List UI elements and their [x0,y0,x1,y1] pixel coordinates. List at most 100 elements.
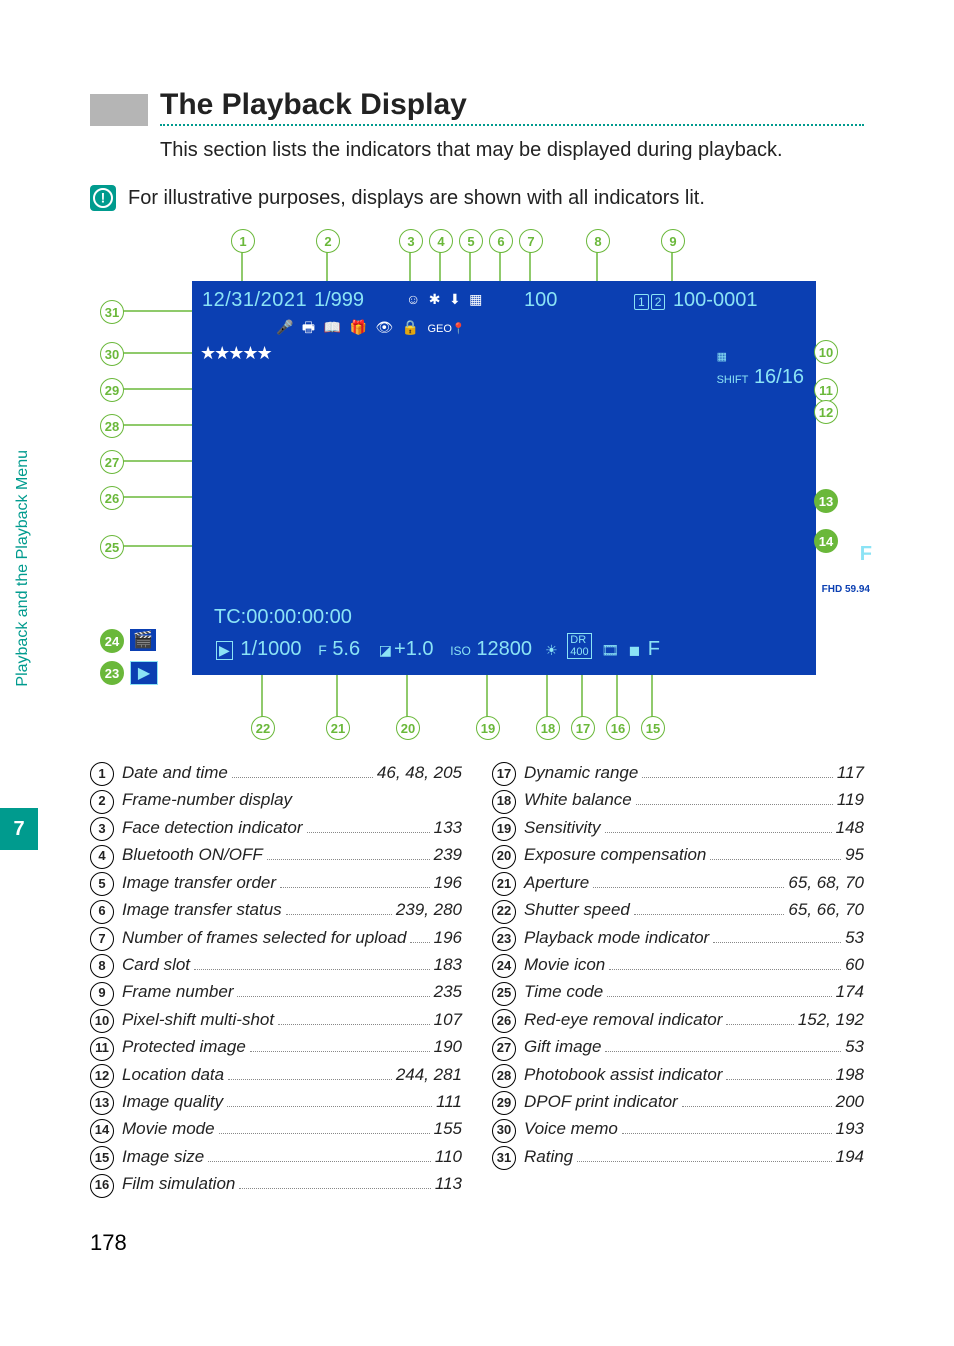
legend-page-ref: 119 [837,788,864,813]
legend-number: 20 [492,845,516,869]
legend-label: Image transfer status [122,898,282,923]
legend-number: 9 [90,982,114,1006]
legend-page-ref: 65, 68, 70 [788,871,864,896]
legend-number: 30 [492,1119,516,1143]
movie-mode-indicator: FHD 59.94 [818,583,874,597]
legend-row: 19Sensitivity148 [492,816,864,841]
legend-row: 9Frame number235 [90,980,462,1005]
legend-number: 7 [90,927,114,951]
legend-number: 29 [492,1091,516,1115]
legend-dots [682,1106,832,1107]
legend-label: Sensitivity [524,816,601,841]
legend-number: 12 [90,1064,114,1088]
legend-dots [605,832,832,833]
legend-page-ref: 60 [845,953,864,978]
red-eye-icon: 👁 [375,319,393,336]
callout-17: 17 [571,716,595,740]
legend-page-ref: 46, 48, 205 [377,761,462,786]
legend-label: Image size [122,1145,204,1170]
legend-row: 14Movie mode155 [90,1117,462,1142]
legend-label: Photobook assist indicator [524,1063,722,1088]
callout-13: 13 [814,489,838,513]
exp-comp-value: +1.0 [394,638,433,660]
callout-2: 2 [316,229,340,253]
legend-row: 7Number of frames selected for upload196 [90,926,462,951]
legend-number: 24 [492,954,516,978]
pixel-shift-indicator: ▦SHIFT 16/16 [717,343,804,389]
legend-dots [250,1051,430,1052]
legend-number: 16 [90,1174,114,1198]
legend-number: 3 [90,817,114,841]
legend-dots [194,969,430,970]
legend-dots [636,804,833,805]
legend-page-ref: 200 [836,1090,864,1115]
legend-dots [622,1133,832,1134]
legend-page-ref: 244, 281 [396,1063,462,1088]
legend-page-ref: 198 [836,1063,864,1088]
callout-29: 29 [100,378,124,402]
legend-number: 13 [90,1091,114,1115]
legend-number: 21 [492,872,516,896]
callout-6: 6 [489,229,513,253]
exp-comp-icon: ◪ [379,642,392,659]
legend-row: 12Location data244, 281 [90,1063,462,1088]
callout-1: 1 [231,229,255,253]
legend-dots [232,777,373,778]
legend-number: 22 [492,900,516,924]
callout-26: 26 [100,486,124,510]
callout-18: 18 [536,716,560,740]
legend-label: Frame number [122,980,233,1005]
legend-dots [280,887,430,888]
legend-row: 22Shutter speed65, 66, 70 [492,898,864,923]
legend-label: Frame-number display [122,788,292,813]
legend-label: Pixel-shift multi-shot [122,1008,274,1033]
callout-27: 27 [100,450,124,474]
callout-21: 21 [326,716,350,740]
legend-row: 1Date and time46, 48, 205 [90,761,462,786]
legend-page-ref: 113 [435,1172,462,1197]
legend-page-ref: 190 [434,1035,462,1060]
legend-page-ref: 155 [434,1117,462,1142]
legend-number: 17 [492,762,516,786]
heading-marker [90,94,148,126]
legend-page-ref: 194 [836,1145,864,1170]
legend-dots [726,1079,831,1080]
legend-dots [228,1079,392,1080]
legend-page-ref: 196 [434,926,462,951]
legend-number: 23 [492,927,516,951]
page-number: 178 [90,1230,864,1256]
note-text: For illustrative purposes, displays are … [128,187,705,210]
playback-mode-icon: ▶ [130,661,158,685]
callout-31: 31 [100,300,124,324]
legend-dots [278,1024,430,1025]
legend-dots [237,996,429,997]
legend-label: Exposure compensation [524,843,706,868]
legend-page-ref: 174 [836,980,864,1005]
legend-label: Gift image [524,1035,601,1060]
callout-19: 19 [476,716,500,740]
legend-page-ref: 193 [836,1117,864,1142]
legend-label: Time code [524,980,603,1005]
page-heading: The Playback Display [160,88,864,126]
legend-page-ref: 53 [845,1035,864,1060]
legend-number: 19 [492,817,516,841]
legend-number: 6 [90,900,114,924]
legend-dots [642,777,833,778]
display-date: 12/31/2021 [202,289,307,312]
legend-number: 18 [492,790,516,814]
legend-number: 10 [90,1009,114,1033]
size-icon: ◼ [629,642,641,659]
legend-row: 18White balance119 [492,788,864,813]
legend-label: Image transfer order [122,871,276,896]
movie-icon: 🎬 [130,629,156,651]
callout-7: 7 [519,229,543,253]
callout-4: 4 [429,229,453,253]
legend-label: Date and time [122,761,228,786]
callout-8: 8 [586,229,610,253]
legend-page-ref: 117 [837,761,864,786]
legend-dots [726,1024,793,1025]
callout-3: 3 [399,229,423,253]
legend-row: 24Movie icon60 [492,953,864,978]
legend-number: 11 [90,1037,114,1061]
callout-9: 9 [661,229,685,253]
